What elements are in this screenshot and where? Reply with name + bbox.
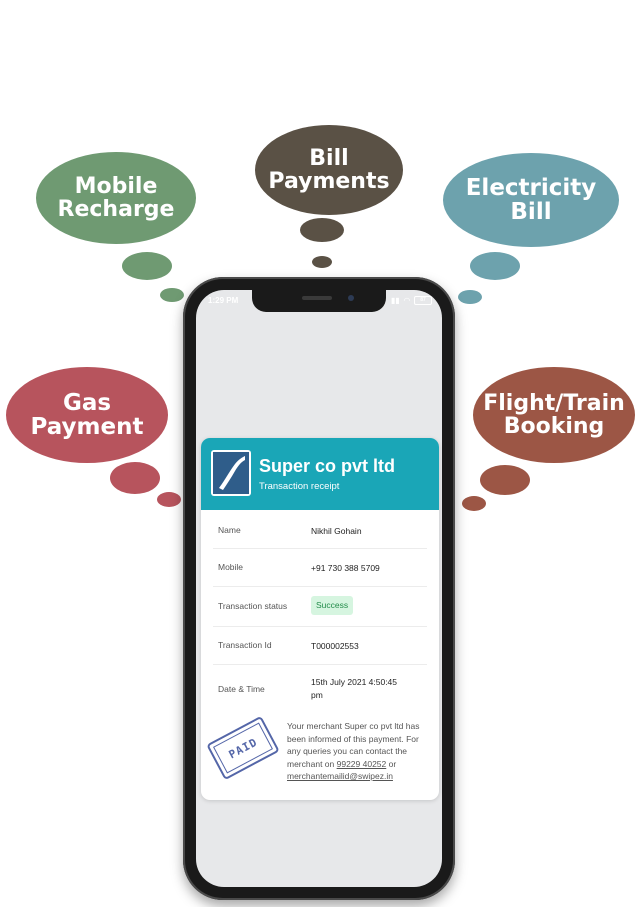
bubble-line: Bill <box>309 145 349 171</box>
status-icons: ▮▮ ◠ 87 <box>391 296 432 305</box>
receipt-row-name: Name Nikhil Gohain <box>213 510 427 549</box>
row-value: Nikhil Gohain <box>311 526 362 536</box>
receipt-row-transaction-id: Transaction Id T000002553 <box>213 626 427 665</box>
bubble-line: Electricity <box>465 174 597 201</box>
bubble-dot <box>480 465 530 495</box>
bubble-dot <box>470 252 520 280</box>
receipt-header: Super co pvt ltd Transaction receipt <box>201 438 439 510</box>
electricity-bill-bubble: Electricity Bill <box>443 153 619 247</box>
row-label: Name <box>218 525 241 535</box>
merchant-phone-link[interactable]: 99229 40252 <box>337 759 387 769</box>
signal-icon: ▮▮ <box>391 296 400 305</box>
row-label: Transaction status <box>218 601 288 611</box>
bubble-dot <box>110 462 160 494</box>
bubble-line: Recharge <box>57 197 175 222</box>
bubble-line: Bill <box>510 199 552 225</box>
receipt-row-status: Transaction status Success <box>213 586 427 627</box>
company-name: Super co pvt ltd <box>259 456 396 476</box>
row-value: T000002553 <box>311 641 359 651</box>
bubble-dot <box>300 218 344 242</box>
row-label: Mobile <box>218 562 244 572</box>
bubble-line: Mobile <box>74 173 158 199</box>
paid-stamp: PAID <box>206 715 280 781</box>
bubble-line: Gas <box>62 389 112 416</box>
wifi-icon: ◠ <box>403 296 410 305</box>
row-label: Date & Time <box>218 684 265 694</box>
gas-payment-bubble: Gas Payment <box>6 367 168 463</box>
row-value: 15th July 2021 4:50:45 pm <box>311 677 398 700</box>
merchant-note: Your merchant Super co pvt ltd has been … <box>287 720 430 783</box>
bubble-line: Flight/Train <box>483 390 625 416</box>
paid-stamp-text: PAID <box>213 722 273 774</box>
battery-icon: 87 <box>414 296 432 305</box>
row-label: Transaction Id <box>218 640 272 650</box>
status-time: 1:29 PM <box>208 296 239 305</box>
receipt-row-mobile: Mobile +91 730 388 5709 <box>213 548 427 587</box>
bubble-line: Booking <box>503 414 605 439</box>
camera-icon <box>348 295 354 301</box>
phone-notch <box>252 290 386 312</box>
row-value: +91 730 388 5709 <box>311 563 380 573</box>
status-badge: Success <box>311 596 354 615</box>
bubble-dot <box>157 492 181 507</box>
speaker-grille <box>302 296 332 300</box>
receipt-row-datetime: Date & Time 15th July 2021 4:50:45 pm <box>213 664 427 710</box>
bubble-line: Payments <box>268 169 390 194</box>
receipt-card: Super co pvt ltd Transaction receipt Nam… <box>201 438 439 800</box>
bubble-dot <box>462 496 486 511</box>
bubble-line: Payment <box>30 414 144 440</box>
receipt-subtitle: Transaction receipt <box>259 481 340 492</box>
bubble-dot <box>312 256 332 268</box>
note-or: or <box>388 758 397 769</box>
bubble-dot <box>458 290 482 304</box>
mobile-recharge-bubble: Mobile Recharge <box>36 152 196 244</box>
bubble-dot <box>160 288 184 302</box>
bubble-dot <box>122 252 172 280</box>
flight-train-booking-bubble: Flight/Train Booking <box>473 367 635 463</box>
merchant-email-link[interactable]: merchantemailid@swipez.in <box>287 771 393 781</box>
company-logo-icon <box>211 450 251 496</box>
bill-payments-bubble: Bill Payments <box>255 125 403 215</box>
